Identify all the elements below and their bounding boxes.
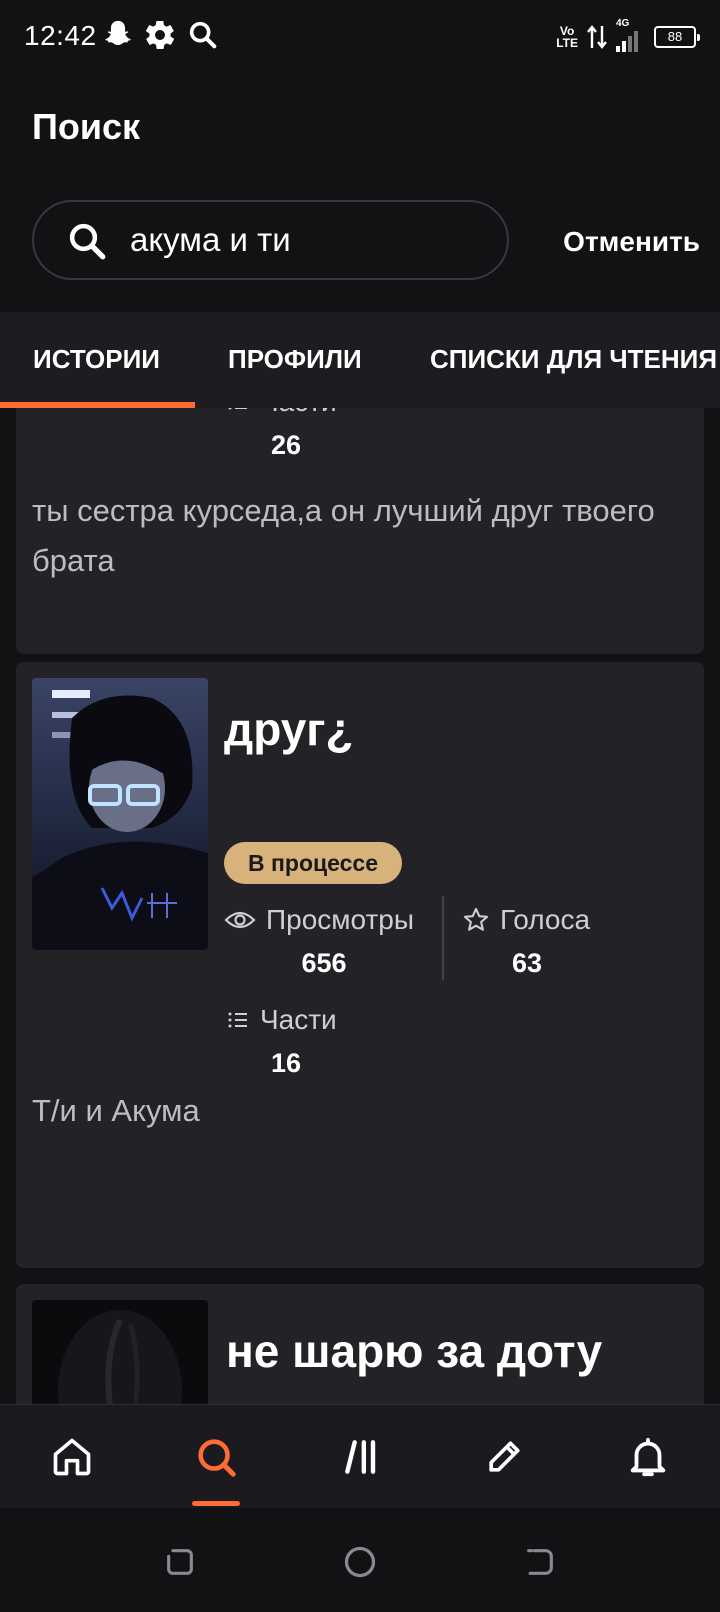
story-card[interactable]: не шарю за доту <box>16 1284 704 1404</box>
page-title: Поиск <box>32 106 141 147</box>
story-cover-image[interactable] <box>32 678 208 950</box>
search-input[interactable] <box>130 218 490 262</box>
tab-profiles[interactable]: ПРОФИЛИ <box>228 344 362 375</box>
cancel-button[interactable]: Отменить <box>530 220 700 264</box>
tab-stories[interactable]: ИСТОРИИ <box>33 344 160 375</box>
story-title[interactable]: друг¿ <box>224 702 354 756</box>
eye-icon <box>224 911 256 929</box>
snapchat-icon <box>105 20 131 46</box>
story-description: ты сестра курседа,а он лучший друг твоег… <box>32 493 655 578</box>
parts-stat: Части 16 <box>226 1000 446 1088</box>
system-navigation <box>0 1508 720 1612</box>
search-icon <box>189 21 217 49</box>
story-card[interactable]: Части 26 ты сестра курседа,а он лучший д… <box>16 408 704 654</box>
tab-bar: ИСТОРИИ ПРОФИЛИ СПИСКИ ДЛЯ ЧТЕНИЯ <box>0 312 720 408</box>
bell-icon[interactable] <box>618 1427 678 1487</box>
status-badge: В процессе <box>224 842 402 884</box>
story-card[interactable]: друг¿ В процессе Просмотры 656 Голоса 63 <box>16 662 704 1268</box>
votes-value: 63 <box>511 948 543 978</box>
active-nav-indicator <box>192 1501 240 1506</box>
status-bar: 12:42 Vo LTE 4G 88 <box>0 0 720 74</box>
views-stat: Просмотры 656 <box>224 900 444 988</box>
search-box[interactable] <box>32 200 509 280</box>
views-value: 656 <box>301 948 347 978</box>
stat-divider <box>442 896 444 980</box>
parts-value: 16 <box>270 1048 302 1078</box>
status-indicators: Vo LTE 4G 88 <box>556 18 700 54</box>
parts-label: Части <box>260 408 337 418</box>
parts-label: Части <box>260 1004 337 1035</box>
gear-icon <box>146 20 174 50</box>
list-icon <box>228 408 247 410</box>
signal-icon: 4G <box>616 18 646 52</box>
story-title[interactable]: не шарю за доту <box>226 1324 602 1378</box>
parts-value: 26 <box>270 430 302 460</box>
star-icon <box>463 907 489 931</box>
back-icon[interactable] <box>520 1542 560 1582</box>
story-cover-image[interactable] <box>32 1300 208 1404</box>
views-label: Просмотры <box>266 904 414 935</box>
tab-reading-lists[interactable]: СПИСКИ ДЛЯ ЧТЕНИЯ <box>430 344 717 375</box>
data-transfer-icon <box>587 25 607 49</box>
search-results[interactable]: Части 26 ты сестра курседа,а он лучший д… <box>0 408 720 1404</box>
battery-indicator: 88 <box>654 26 700 48</box>
search-icon[interactable] <box>186 1427 246 1487</box>
write-icon[interactable] <box>474 1427 534 1487</box>
search-icon <box>69 223 106 260</box>
status-time: 12:42 <box>24 20 97 51</box>
home-icon[interactable] <box>42 1427 102 1487</box>
volte-indicator: Vo LTE <box>556 24 578 50</box>
home-circle-icon[interactable] <box>340 1542 380 1582</box>
story-description: Т/и и Акума <box>32 1093 200 1128</box>
votes-label: Голоса <box>500 904 591 935</box>
recent-apps-icon[interactable] <box>160 1542 200 1582</box>
list-icon <box>228 1012 247 1028</box>
bottom-navigation <box>0 1404 720 1508</box>
parts-stat: Части 26 <box>226 408 446 470</box>
votes-stat: Голоса 63 <box>462 900 682 988</box>
library-icon[interactable] <box>332 1427 392 1487</box>
